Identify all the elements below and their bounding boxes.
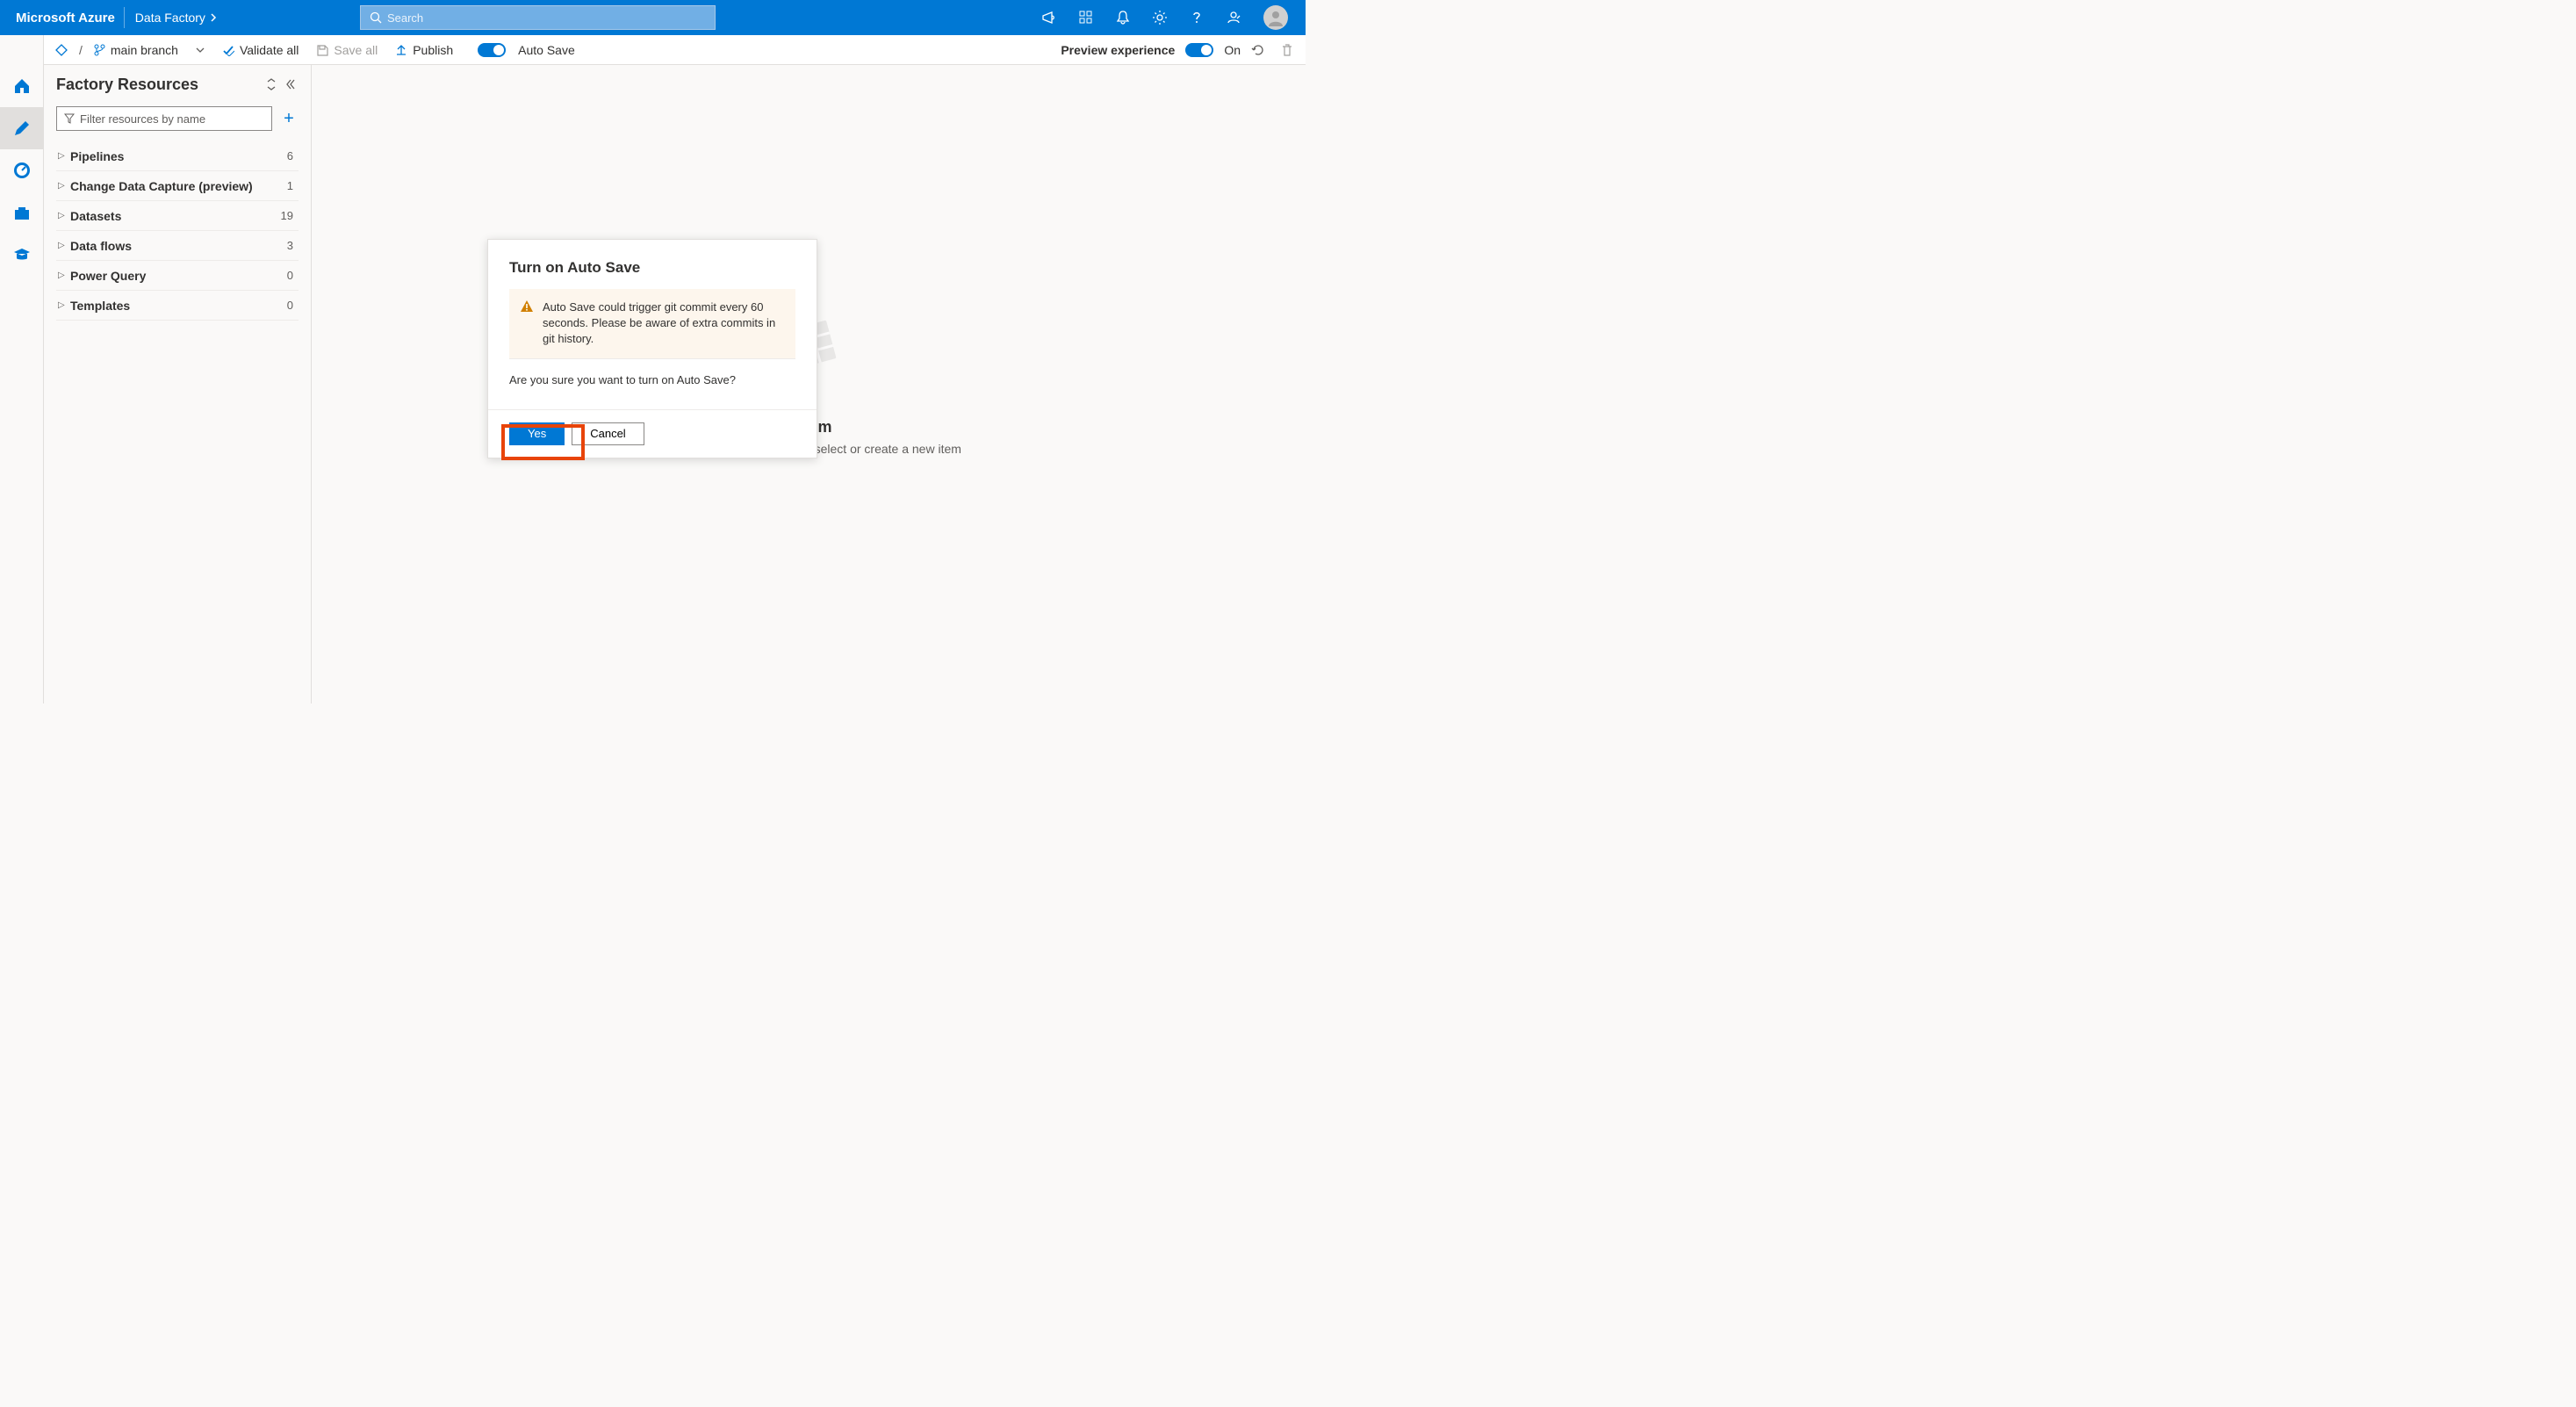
chevron-right-icon: ▷ bbox=[58, 241, 70, 250]
toolbar-right: Preview experience On bbox=[1061, 35, 1299, 65]
repo-icon bbox=[54, 43, 68, 57]
dialog-footer: Yes Cancel bbox=[488, 409, 817, 458]
autosave-label: Auto Save bbox=[518, 43, 575, 57]
branch-name: main branch bbox=[111, 43, 178, 57]
gauge-icon bbox=[12, 161, 32, 180]
brand-label[interactable]: Microsoft Azure bbox=[7, 7, 125, 28]
dialog-title: Turn on Auto Save bbox=[509, 259, 795, 277]
branch-icon bbox=[93, 44, 105, 56]
chevron-right-icon: ▷ bbox=[58, 300, 70, 310]
dialog-question: Are you sure you want to turn on Auto Sa… bbox=[509, 373, 795, 386]
toggle-on-icon bbox=[478, 43, 506, 57]
filter-input[interactable]: Filter resources by name bbox=[56, 106, 272, 131]
announcement-icon[interactable] bbox=[1032, 0, 1067, 35]
preview-toggle[interactable] bbox=[1185, 43, 1213, 57]
validate-all-button[interactable]: Validate all bbox=[213, 35, 307, 65]
chevron-right-icon: ▷ bbox=[58, 271, 70, 280]
gear-icon[interactable] bbox=[1142, 0, 1177, 35]
search-icon bbox=[370, 11, 382, 24]
toolbox-icon bbox=[12, 203, 32, 222]
validate-label: Validate all bbox=[240, 43, 299, 57]
branch-selector[interactable]: main branch bbox=[84, 35, 213, 65]
save-all-button: Save all bbox=[307, 35, 386, 65]
tree-item-datasets[interactable]: ▷Datasets19 bbox=[56, 201, 299, 231]
check-icon bbox=[222, 44, 234, 56]
trash-icon bbox=[1281, 43, 1293, 57]
chevron-right-icon bbox=[211, 13, 218, 22]
chevron-down-icon bbox=[196, 47, 205, 54]
top-header: Microsoft Azure Data Factory Search bbox=[0, 0, 1306, 35]
breadcrumb-item[interactable]: Data Factory bbox=[135, 11, 205, 25]
dialog-warning: Auto Save could trigger git commit every… bbox=[509, 289, 795, 359]
chevron-right-icon: ▷ bbox=[58, 211, 70, 220]
delete-button[interactable] bbox=[1276, 35, 1299, 65]
yes-button[interactable]: Yes bbox=[509, 422, 565, 445]
warning-text: Auto Save could trigger git commit every… bbox=[543, 300, 775, 345]
separator: / bbox=[77, 43, 84, 57]
avatar[interactable] bbox=[1263, 5, 1288, 30]
rail-manage[interactable] bbox=[0, 191, 44, 234]
header-right-icons bbox=[1032, 0, 1299, 35]
global-search[interactable]: Search bbox=[360, 5, 716, 30]
pencil-icon bbox=[12, 119, 32, 138]
chevron-right-icon: ▷ bbox=[58, 181, 70, 191]
publish-button[interactable]: Publish bbox=[386, 35, 462, 65]
refresh-icon bbox=[1251, 43, 1265, 57]
add-resource-button[interactable]: + bbox=[279, 109, 299, 129]
apps-icon[interactable] bbox=[1069, 0, 1104, 35]
tree-item-powerquery[interactable]: ▷Power Query0 bbox=[56, 261, 299, 291]
resource-sidebar: Factory Resources Filter resources by na… bbox=[44, 65, 312, 704]
tree-item-pipelines[interactable]: ▷Pipelines6 bbox=[56, 141, 299, 171]
tree-item-dataflows[interactable]: ▷Data flows3 bbox=[56, 231, 299, 261]
rail-home[interactable] bbox=[0, 65, 44, 107]
chevron-right-icon: ▷ bbox=[58, 151, 70, 161]
breadcrumb[interactable]: Data Factory bbox=[125, 11, 228, 25]
refresh-button[interactable] bbox=[1246, 35, 1270, 65]
feedback-icon[interactable] bbox=[1216, 0, 1251, 35]
collapse-icon[interactable] bbox=[286, 78, 299, 90]
search-placeholder: Search bbox=[387, 11, 423, 25]
cancel-button[interactable]: Cancel bbox=[572, 422, 644, 445]
expand-all-icon[interactable] bbox=[265, 78, 277, 90]
bell-icon[interactable] bbox=[1105, 0, 1140, 35]
graduation-icon bbox=[12, 245, 32, 264]
repo-button[interactable] bbox=[46, 35, 77, 65]
warning-icon bbox=[520, 299, 534, 314]
publish-label: Publish bbox=[413, 43, 453, 57]
left-rail bbox=[0, 35, 44, 704]
preview-state: On bbox=[1224, 43, 1241, 57]
publish-icon bbox=[395, 44, 407, 56]
rail-monitor[interactable] bbox=[0, 149, 44, 191]
save-icon bbox=[316, 44, 328, 56]
autosave-toggle[interactable]: Auto Save bbox=[462, 35, 584, 65]
autosave-dialog: Turn on Auto Save Auto Save could trigge… bbox=[487, 239, 817, 458]
rail-author[interactable] bbox=[0, 107, 44, 149]
filter-placeholder: Filter resources by name bbox=[80, 112, 205, 126]
tree-item-cdc[interactable]: ▷Change Data Capture (preview)1 bbox=[56, 171, 299, 201]
toolbar: / main branch Validate all Save all Publ… bbox=[0, 35, 1306, 65]
preview-label: Preview experience bbox=[1061, 43, 1175, 57]
help-icon[interactable] bbox=[1179, 0, 1214, 35]
home-icon bbox=[12, 76, 32, 96]
save-label: Save all bbox=[334, 43, 378, 57]
tree-item-templates[interactable]: ▷Templates0 bbox=[56, 291, 299, 321]
filter-icon bbox=[64, 113, 75, 124]
sidebar-title: Factory Resources bbox=[56, 76, 299, 94]
rail-learn[interactable] bbox=[0, 234, 44, 276]
